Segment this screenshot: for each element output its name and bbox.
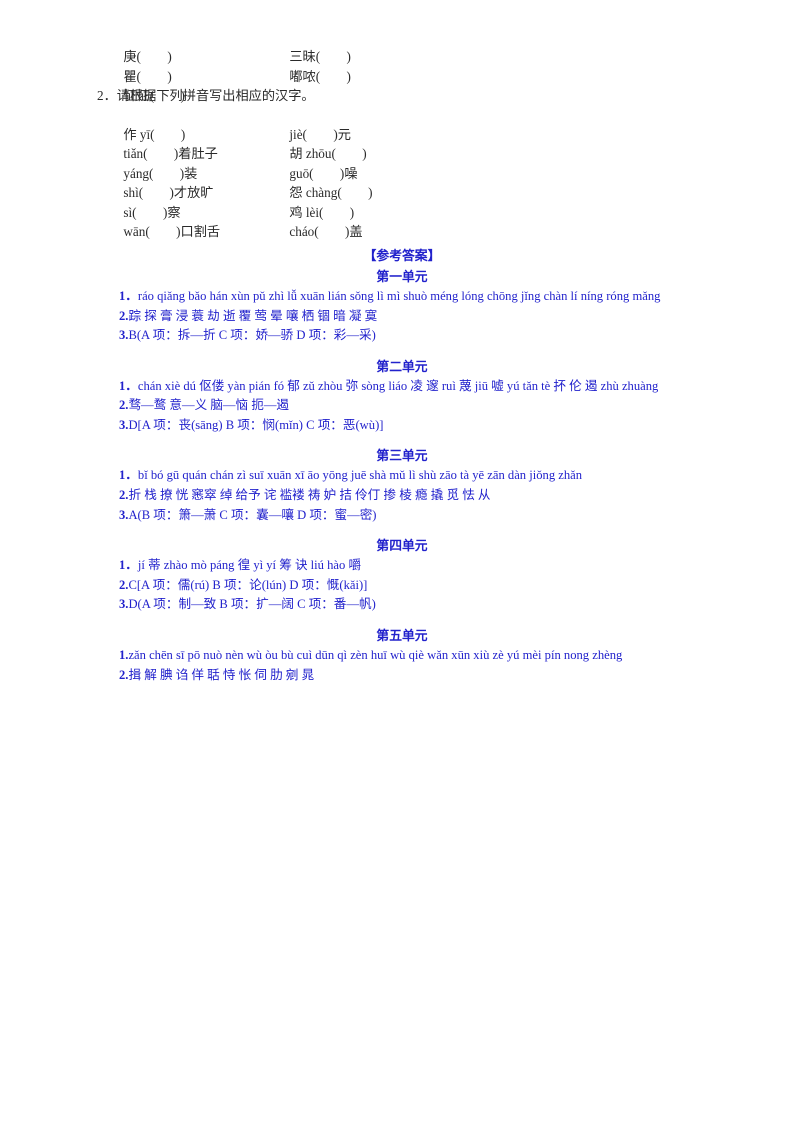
pinyin-cell-right: cháo( )盖 xyxy=(289,223,363,239)
answer-number: 1． xyxy=(119,558,138,573)
answer-text: chán xiè dú 伛偻 yàn pián fó 郁 zǔ zhòu 弥 s… xyxy=(137,378,659,393)
answer-text: 骛—鹜 意—义 脑—恼 扼—遏 xyxy=(128,398,290,413)
exercise-cell-left: 庚( ) xyxy=(123,49,172,65)
pinyin-cell-right: guō( )噪 xyxy=(289,165,358,181)
answer-number: 1． xyxy=(119,288,138,303)
answer-line: 1．jí 蒂 zhào mò páng 徨 yì yí 筹 诀 liú hào … xyxy=(97,556,707,576)
answer-line: 3.D(A 项：制—致 B 项：扩—阔 C 项：番—帆) xyxy=(97,595,707,615)
exercise-row: 庚( ) 三昧( ) xyxy=(97,28,707,64)
answer-number: 1． xyxy=(119,378,138,393)
answer-text: zǎn chēn sī pō nuò nèn wù òu bù cuì dūn … xyxy=(128,648,623,663)
answer-line: 1．ráo qiǎng bǎo hán xùn pǔ zhì lǚ xuān l… xyxy=(97,287,707,307)
answer-text: C[A 项：儒(rú) B 项：论(lún) D 项：慨(kǎi)] xyxy=(128,577,368,592)
pinyin-cell-left: 作 yī( ) xyxy=(123,126,186,142)
answer-text: ráo qiǎng bǎo hán xùn pǔ zhì lǚ xuān liá… xyxy=(137,288,661,303)
pinyin-row: 作 yī( ) jiè( )元 xyxy=(97,106,707,142)
answer-text: B(A 项：拆—折 C 项：娇—骄 D 项：彩—采) xyxy=(128,328,376,343)
page-content: 庚( ) 三昧( ) 瞿( ) 嘟哝( ) 怔怔( ) 2．请根据下列拼音写出相应的… xyxy=(97,28,707,685)
pinyin-cell-left: shì( )才放旷 xyxy=(123,185,214,201)
unit-title-5: 第五单元 xyxy=(376,628,428,644)
question-2-label: 2．请根据下列拼音写出相应的汉字。 xyxy=(97,88,315,104)
answer-text: A(B 项：箫—萧 C 项：囊—嚷 D 项：蜜—密) xyxy=(128,507,377,522)
answer-line: 2.揖 解 腆 诌 佯 聒 恃 怅 伺 肋 剜 晁 xyxy=(97,666,707,686)
unit-title-3: 第三单元 xyxy=(376,448,428,464)
answer-line: 3.B(A 项：拆—折 C 项：娇—骄 D 项：彩—采) xyxy=(97,326,707,346)
exercise-section: 庚( ) 三昧( ) 瞿( ) 嘟哝( ) 怔怔( ) 2．请根据下列拼音写出相应的… xyxy=(97,28,707,239)
exercise-cell-left: 瞿( ) xyxy=(123,68,172,84)
answer-line: 3.A(B 项：箫—萧 C 项：囊—嚷 D 项：蜜—密) xyxy=(97,506,707,526)
answer-key-header: 【参考答案】 xyxy=(363,247,441,263)
answer-line: 2.骛—鹜 意—义 脑—恼 扼—遏 xyxy=(97,396,707,416)
answer-line: 1.zǎn chēn sī pō nuò nèn wù òu bù cuì dū… xyxy=(97,646,707,666)
answer-text: bǐ bó gū quán chán zì suī xuān xī āo yōn… xyxy=(137,468,583,483)
pinyin-cell-right: 怨 chàng( ) xyxy=(289,185,373,201)
unit-title-2: 第二单元 xyxy=(376,358,428,374)
answer-line: 1．bǐ bó gū quán chán zì suī xuān xī āo y… xyxy=(97,466,707,486)
answer-line: 2.踪 探 膏 浸 蓑 劫 逝 覆 莺 晕 嚷 栖 锢 暗 凝 寞 xyxy=(97,307,707,327)
answer-key-section: 【参考答案】 第一单元 1．ráo qiǎng bǎo hán xùn pǔ z… xyxy=(97,245,707,685)
answer-line: 1．chán xiè dú 伛偻 yàn pián fó 郁 zǔ zhòu 弥… xyxy=(97,377,707,397)
pinyin-cell-left: sì( )察 xyxy=(123,204,181,220)
answer-line: 3.D[A 项：丧(sāng) B 项：悯(mǐn) C 项：恶(wù)] xyxy=(97,416,707,436)
unit-title-1: 第一单元 xyxy=(376,268,428,284)
answer-text: 踪 探 膏 浸 蓑 劫 逝 覆 莺 晕 嚷 栖 锢 暗 凝 寞 xyxy=(128,308,378,323)
pinyin-cell-right: 胡 zhōu( ) xyxy=(289,146,367,162)
answer-text: 折 栈 撩 恍 窸窣 绰 给予 诧 褴褛 祷 妒 拮 伶仃 掺 棱 瘾 撬 觅 … xyxy=(128,488,491,503)
answer-line: 2.C[A 项：儒(rú) B 项：论(lún) D 项：慨(kǎi)] xyxy=(97,576,707,596)
answer-line: 2.折 栈 撩 恍 窸窣 绰 给予 诧 褴褛 祷 妒 拮 伶仃 掺 棱 瘾 撬 … xyxy=(97,486,707,506)
answer-text: 揖 解 腆 诌 佯 聒 恃 怅 伺 肋 剜 晁 xyxy=(128,667,315,682)
answer-text: D(A 项：制—致 B 项：扩—阔 C 项：番—帆) xyxy=(128,597,376,612)
exercise-cell-right: 三昧( ) xyxy=(289,49,351,65)
exercise-cell-right: 嘟哝( ) xyxy=(289,68,351,84)
pinyin-cell-right: 鸡 lèi( ) xyxy=(289,204,355,220)
pinyin-cell-right: jiè( )元 xyxy=(289,126,351,142)
answer-text: jí 蒂 zhào mò páng 徨 yì yí 筹 诀 liú hào 嚼 xyxy=(137,558,362,573)
unit-title-4: 第四单元 xyxy=(376,538,428,554)
answer-number: 1． xyxy=(119,468,138,483)
answer-text: D[A 项：丧(sāng) B 项：悯(mǐn) C 项：恶(wù)] xyxy=(128,417,384,432)
pinyin-cell-left: tiǎn( )着肚子 xyxy=(123,146,218,162)
pinyin-cell-left: yáng( )装 xyxy=(123,165,198,181)
pinyin-cell-left: wān( )口割舌 xyxy=(123,223,221,239)
document-page: 庚( ) 三昧( ) 瞿( ) 嘟哝( ) 怔怔( ) 2．请根据下列拼音写出相应的… xyxy=(0,0,794,1123)
